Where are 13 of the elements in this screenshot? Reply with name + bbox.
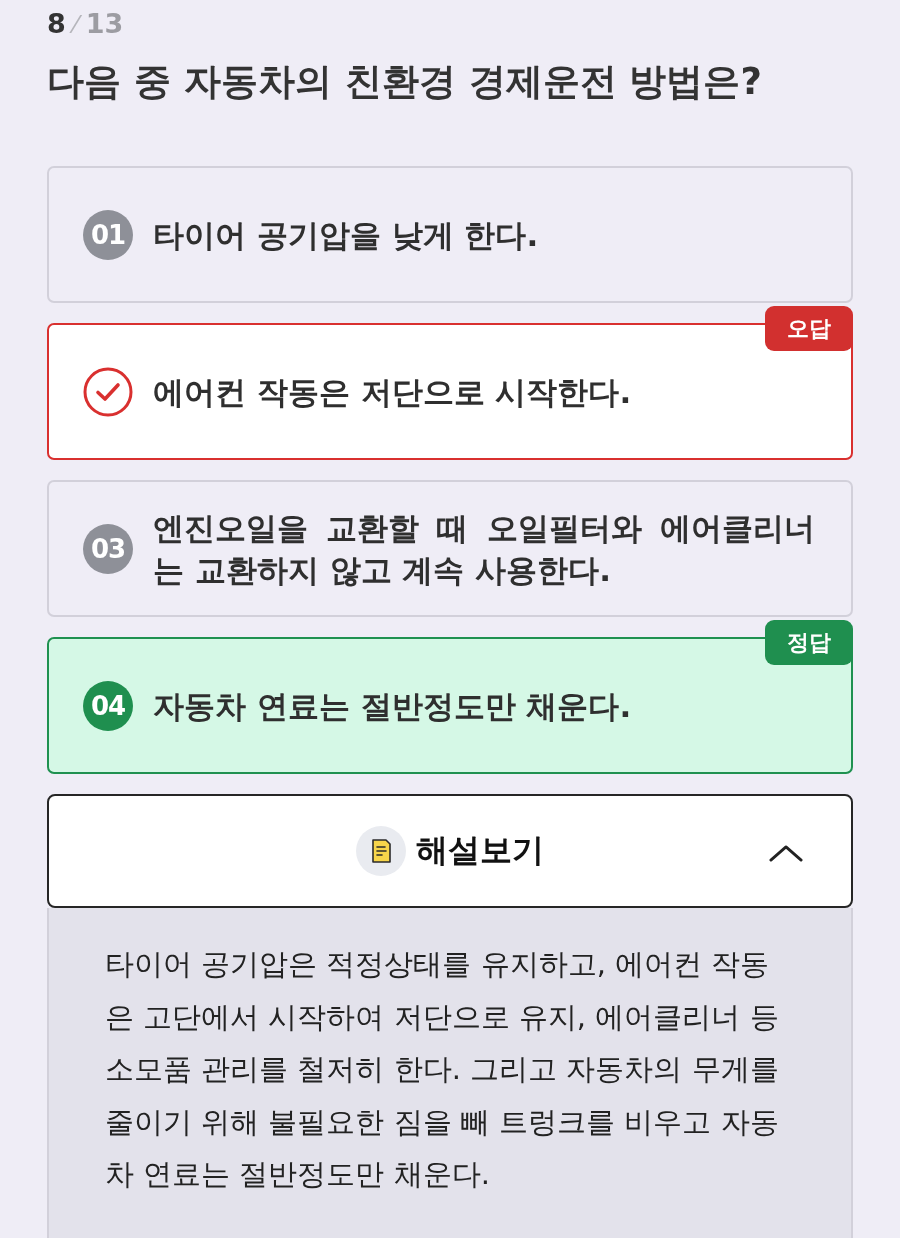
explanation-toggle-button[interactable]: 해설보기 bbox=[47, 794, 853, 908]
option-number: 01 bbox=[83, 209, 133, 260]
answer-option[interactable]: 01 타이어 공기압을 낮게 한다. bbox=[47, 166, 853, 303]
correct-answer-badge: 정답 bbox=[765, 620, 853, 665]
current-question-number: 8 bbox=[47, 8, 66, 39]
total-question-count: 13 bbox=[85, 8, 124, 39]
option-number: 04 bbox=[83, 680, 133, 731]
wrong-answer-badge: 오답 bbox=[765, 306, 853, 351]
question-text: 다음 중 자동차의 친환경 경제운전 방법은? bbox=[47, 60, 763, 104]
option-number: 03 bbox=[83, 523, 133, 574]
document-icon bbox=[356, 826, 406, 876]
explanation-text: 타이어 공기압은 적정상태를 유지하고, 에어컨 작동은 고단에서 시작하여 저단으로 유지, 에어클리너 등 소모품 관리를 철저히 한다. 그리고 자동차의 무게를 줄이기 위해 불필요한 짐을 빼 트렁크를 비우고 자동차 연료는 절반정도만 채운다. bbox=[105, 946, 780, 1193]
caret-up-icon bbox=[769, 845, 803, 862]
